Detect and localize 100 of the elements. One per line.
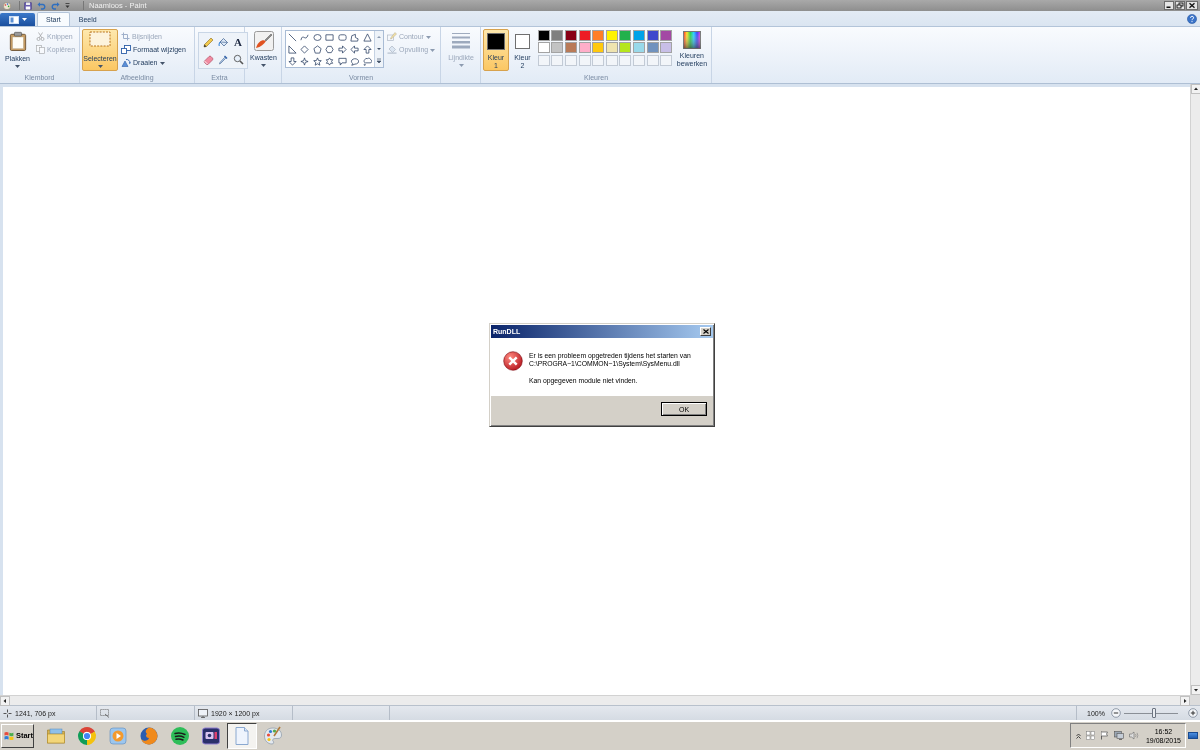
horizontal-scrollbar[interactable]: [0, 695, 1190, 705]
palette-icon: [263, 725, 283, 746]
caret-icon: [21, 18, 27, 21]
save-icon[interactable]: [24, 1, 32, 10]
right-arrow-icon[interactable]: [337, 44, 347, 54]
line-width-icon: [451, 31, 471, 49]
undo-icon[interactable]: [37, 1, 46, 10]
close-button[interactable]: [1186, 1, 1198, 10]
show-desktop-button[interactable]: [1188, 732, 1198, 739]
scroll-left-button[interactable]: [0, 696, 10, 706]
zoom-slider[interactable]: [1123, 708, 1178, 718]
minimize-button[interactable]: [1164, 1, 1174, 10]
help-icon[interactable]: [1187, 14, 1197, 24]
outline-pencil-icon: [387, 32, 397, 41]
scroll-down-button[interactable]: [1191, 685, 1200, 695]
four-point-star-icon[interactable]: [300, 56, 310, 66]
close-icon: [702, 329, 709, 334]
color-swatch[interactable]: [537, 29, 550, 41]
grid-icon[interactable]: [1086, 731, 1095, 740]
curve-icon[interactable]: [300, 32, 310, 42]
speaker-icon[interactable]: [1129, 731, 1139, 740]
file-menu-button[interactable]: [0, 13, 35, 26]
copy-icon: [36, 45, 45, 54]
globe-icon: [139, 725, 159, 746]
color-picker-icon[interactable]: [217, 53, 229, 65]
scroll-up-button[interactable]: [1191, 84, 1200, 94]
caret-icon: [261, 64, 266, 67]
clipboard-icon: [8, 31, 27, 52]
taskbar-button[interactable]: [227, 722, 257, 749]
right-triangle-icon[interactable]: [287, 44, 297, 54]
color-swatch[interactable]: [565, 29, 577, 41]
selection-size-icon: [100, 708, 110, 718]
play-icon: [108, 725, 128, 746]
caret-icon: [425, 36, 431, 39]
color-swatch[interactable]: [537, 42, 550, 54]
color-swatch[interactable]: [578, 42, 591, 54]
folder-icon: [46, 725, 66, 746]
color-swatch[interactable]: [619, 42, 632, 54]
magnifier-icon[interactable]: [232, 53, 244, 65]
fill-bucket-icon: [387, 45, 397, 54]
color-swatch[interactable]: [632, 42, 645, 54]
rectangle-callout-icon[interactable]: [337, 56, 347, 66]
text-tool[interactable]: A: [234, 36, 242, 48]
gallery-more-button[interactable]: [375, 55, 383, 67]
paintbrush-icon: [253, 31, 274, 51]
caret-icon: [430, 49, 436, 52]
five-point-star-icon[interactable]: [312, 56, 322, 66]
scroll-right-button[interactable]: [1180, 696, 1190, 706]
color-swatch[interactable]: [605, 29, 618, 41]
monitor-icon: [201, 725, 221, 746]
pentagon-icon[interactable]: [312, 44, 322, 54]
eraser-icon[interactable]: [202, 53, 214, 65]
color-swatch[interactable]: [619, 29, 632, 41]
color-swatch[interactable]: [632, 29, 645, 41]
color-swatch[interactable]: [578, 29, 591, 41]
left-arrow-icon[interactable]: [350, 44, 360, 54]
window-icon: [8, 15, 19, 24]
scissors-icon: [36, 32, 45, 41]
windows-flag-icon: [4, 730, 14, 741]
show-hidden-icons-icon[interactable]: [1076, 732, 1081, 739]
zoom-in-icon[interactable]: [1187, 708, 1198, 718]
color-spectrum-icon: [682, 31, 701, 49]
color-swatch[interactable]: [551, 29, 564, 41]
line-icon[interactable]: [287, 32, 297, 42]
color-swatch[interactable]: [660, 42, 673, 54]
image-size-icon: [198, 708, 208, 718]
color-swatch[interactable]: [565, 42, 577, 54]
six-point-star-icon[interactable]: [325, 56, 335, 66]
flag-icon[interactable]: [1100, 731, 1109, 740]
cloud-callout-icon[interactable]: [362, 56, 372, 66]
color-swatch[interactable]: [646, 42, 659, 54]
fill-bucket-icon[interactable]: [217, 36, 229, 48]
scrollbar-corner: [1190, 695, 1200, 705]
color-swatch[interactable]: [605, 42, 618, 54]
color-swatch[interactable]: [592, 42, 605, 54]
down-arrow-icon[interactable]: [287, 56, 297, 66]
restore-button[interactable]: [1175, 1, 1185, 10]
rectangle-icon[interactable]: [325, 32, 335, 42]
gallery-down-button[interactable]: [375, 43, 383, 55]
hexagon-icon[interactable]: [325, 44, 335, 54]
color-swatch[interactable]: [660, 29, 673, 41]
document-icon: [232, 725, 252, 746]
toolbar-dropdown-icon[interactable]: [65, 2, 70, 9]
pencil-icon[interactable]: [202, 36, 214, 48]
color-swatch[interactable]: [592, 29, 605, 41]
zoom-slider-thumb[interactable]: [1151, 708, 1156, 718]
ring-icon: [77, 725, 97, 746]
redo-icon[interactable]: [51, 1, 60, 10]
color-swatch[interactable]: [646, 29, 659, 41]
paint-palette-icon[interactable]: [3, 1, 11, 10]
caret-icon: [159, 62, 165, 65]
network-icon[interactable]: [1114, 731, 1124, 740]
zoom-out-icon[interactable]: [1110, 708, 1121, 718]
oval-callout-icon[interactable]: [350, 56, 360, 66]
triangle-icon[interactable]: [362, 32, 372, 42]
up-arrow-icon[interactable]: [362, 44, 372, 54]
vertical-scrollbar[interactable]: [1190, 84, 1200, 695]
polygon-icon[interactable]: [350, 32, 360, 42]
color-swatch[interactable]: [551, 42, 564, 54]
crop-icon: [121, 32, 130, 41]
